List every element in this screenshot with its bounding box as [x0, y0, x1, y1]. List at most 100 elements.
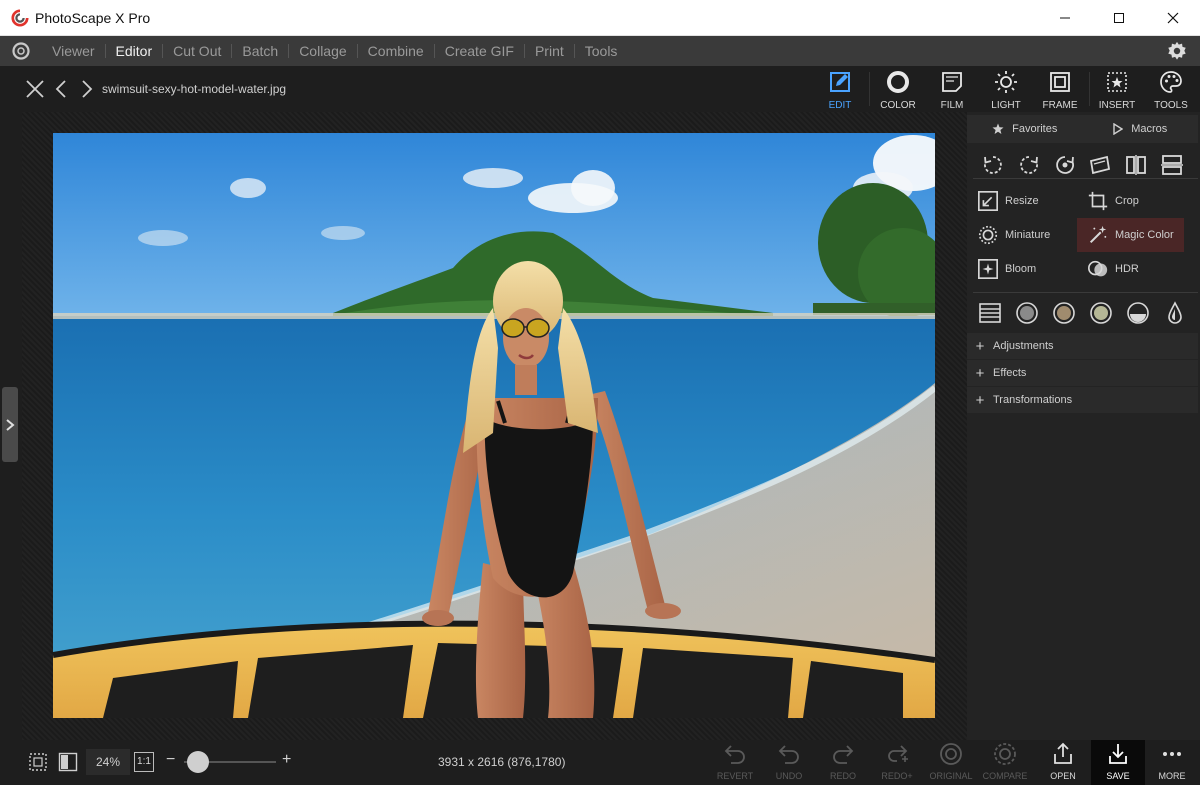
maximize-button[interactable] — [1092, 0, 1146, 36]
star-icon — [992, 123, 1004, 134]
chevron-right-icon[interactable] — [76, 79, 96, 99]
rotate-flip-toolbar — [967, 143, 1198, 187]
original-button[interactable]: ORIGINAL — [924, 742, 978, 783]
home-logo-icon[interactable] — [10, 40, 32, 62]
menu-cut-out[interactable]: Cut Out — [163, 36, 231, 66]
edit-icon — [830, 72, 850, 92]
filter-half-icon[interactable] — [1126, 301, 1150, 325]
undo-icon — [778, 745, 799, 764]
filter-vintage-icon[interactable] — [1089, 301, 1113, 325]
filter-sepia-icon[interactable] — [1052, 301, 1076, 325]
bloom-icon — [978, 259, 998, 279]
selection-icon[interactable] — [28, 752, 48, 772]
gear-icon[interactable] — [1166, 40, 1188, 62]
save-button[interactable]: SAVE — [1091, 740, 1145, 785]
tab-insert[interactable]: INSERT — [1090, 70, 1144, 112]
minimize-button[interactable] — [1038, 0, 1092, 36]
menu-combine[interactable]: Combine — [358, 36, 434, 66]
main-menu-bar: Viewer Editor Cut Out Batch Collage Comb… — [0, 36, 1200, 66]
more-button[interactable]: MORE — [1145, 742, 1199, 783]
menu-collage[interactable]: Collage — [289, 36, 356, 66]
tool-hdr[interactable]: HDR — [1077, 252, 1184, 286]
hdr-icon — [1088, 260, 1108, 277]
menu-batch[interactable]: Batch — [232, 36, 288, 66]
app-window: PhotoScape X Pro Viewer Editor Cut Out B… — [0, 0, 1200, 785]
play-icon — [1113, 123, 1124, 135]
close-window-button[interactable] — [1146, 0, 1200, 36]
magic-wand-icon — [1089, 225, 1107, 244]
tab-light-label: LIGHT — [991, 100, 1021, 111]
revert-button[interactable]: REVERT — [708, 742, 762, 783]
compare-button[interactable]: COMPARE — [978, 742, 1032, 783]
menu-print[interactable]: Print — [525, 36, 574, 66]
macros-label: Macros — [1131, 123, 1168, 135]
menu-create-gif[interactable]: Create GIF — [435, 36, 524, 66]
tab-macros[interactable]: Macros — [1083, 115, 1199, 143]
more-label: MORE — [1158, 771, 1186, 781]
tool-bloom[interactable]: Bloom — [967, 252, 1074, 286]
section-effects-label: Effects — [993, 367, 1027, 379]
actual-size-button[interactable]: 1:1 — [134, 752, 154, 772]
section-effects[interactable]: + Effects — [967, 360, 1198, 386]
menu-tools[interactable]: Tools — [575, 36, 628, 66]
section-transformations[interactable]: + Transformations — [967, 387, 1198, 413]
revert-icon — [724, 745, 745, 764]
tool-magic-color-label: Magic Color — [1115, 229, 1174, 241]
tab-edit[interactable]: EDIT — [813, 70, 867, 112]
palette-icon — [1160, 71, 1182, 93]
editor-header: swimsuit-sexy-hot-model-water.jpg EDIT C… — [0, 66, 1200, 112]
chevron-left-icon[interactable] — [52, 79, 72, 99]
tool-resize[interactable]: Resize — [967, 184, 1074, 218]
redo-plus-button[interactable]: REDO+ — [870, 742, 924, 783]
tab-tools-label: TOOLS — [1154, 100, 1188, 111]
open-button[interactable]: OPEN — [1036, 742, 1090, 783]
zoom-slider-thumb[interactable] — [187, 751, 209, 773]
miniature-icon — [978, 225, 998, 245]
split-view-icon[interactable] — [58, 752, 78, 772]
left-panel-toggle[interactable] — [2, 387, 18, 462]
rotate-free-icon[interactable] — [1053, 153, 1077, 177]
tool-hdr-label: HDR — [1115, 263, 1139, 275]
filter-list-icon[interactable] — [978, 301, 1002, 325]
redo-icon — [833, 745, 854, 764]
tab-color[interactable]: COLOR — [871, 70, 925, 112]
straighten-icon[interactable] — [1088, 153, 1112, 177]
menu-viewer[interactable]: Viewer — [42, 36, 105, 66]
tool-magic-color[interactable]: Magic Color — [1077, 218, 1184, 252]
drop-icon[interactable] — [1163, 301, 1187, 325]
filter-bw-icon[interactable] — [1015, 301, 1039, 325]
menu-editor[interactable]: Editor — [106, 36, 163, 66]
image-dimensions-info: 3931 x 2616 (876,1780) — [438, 755, 566, 769]
redo-button[interactable]: REDO — [816, 742, 870, 783]
open-label: OPEN — [1050, 771, 1076, 781]
section-transformations-label: Transformations — [993, 394, 1073, 406]
flip-vertical-icon[interactable] — [1160, 153, 1184, 177]
plus-icon: + — [975, 364, 985, 382]
close-icon[interactable] — [25, 79, 45, 99]
flip-horizontal-icon[interactable] — [1124, 153, 1148, 177]
tab-tools[interactable]: TOOLS — [1144, 70, 1198, 112]
rotate-left-icon[interactable] — [981, 153, 1005, 177]
redo-plus-label: REDO+ — [881, 771, 913, 781]
plus-icon: + — [975, 337, 985, 355]
zoom-in-button[interactable]: + — [282, 751, 291, 769]
tab-film[interactable]: FILM — [925, 70, 979, 112]
tab-color-label: COLOR — [880, 100, 916, 111]
zoom-out-button[interactable]: − — [166, 751, 175, 769]
tab-light[interactable]: LIGHT — [979, 70, 1033, 112]
crop-icon — [1088, 191, 1108, 211]
undo-button[interactable]: UNDO — [762, 742, 816, 783]
tool-crop[interactable]: Crop — [1077, 184, 1184, 218]
resize-icon — [978, 191, 998, 211]
share-icon — [1054, 742, 1072, 764]
tab-favorites[interactable]: Favorites — [967, 115, 1083, 143]
rotate-right-icon[interactable] — [1017, 153, 1041, 177]
edit-tools-panel: Favorites Macros Resize Crop Miniature M… — [967, 112, 1200, 740]
panel-divider — [973, 178, 1198, 179]
section-adjustments[interactable]: + Adjustments — [967, 333, 1198, 359]
tool-miniature[interactable]: Miniature — [967, 218, 1074, 252]
tab-frame[interactable]: FRAME — [1033, 70, 1087, 112]
zoom-level-display[interactable]: 24% — [86, 749, 130, 775]
edited-photo[interactable] — [53, 133, 935, 718]
tool-crop-label: Crop — [1115, 195, 1139, 207]
